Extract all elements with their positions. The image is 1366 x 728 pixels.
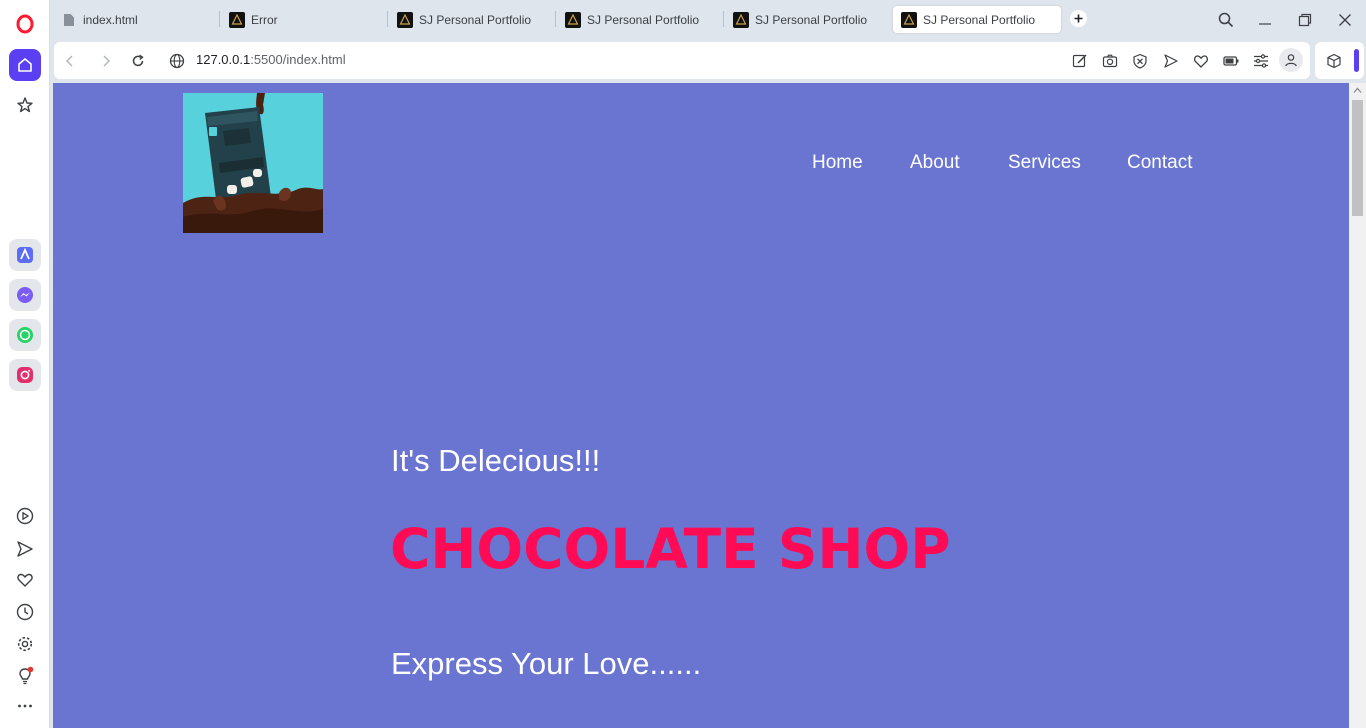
tab-1[interactable]: index.html	[53, 6, 213, 33]
search-tabs-icon[interactable]	[1214, 8, 1238, 32]
camera-snapshot-icon[interactable]	[1100, 51, 1120, 71]
tab-separator	[387, 11, 388, 27]
tab-title: SJ Personal Portfolio	[923, 12, 1036, 27]
tab-4[interactable]: SJ Personal Portfolio	[557, 6, 717, 33]
chocolate-logo-image[interactable]	[183, 93, 323, 233]
lightbulb-icon[interactable]	[9, 660, 41, 692]
adblock-shield-icon[interactable]	[1130, 51, 1150, 71]
tab-2[interactable]: Error	[221, 6, 381, 33]
tab-strip: index.html Error SJ Personal Portfolio S…	[50, 0, 1366, 40]
tab-separator	[555, 11, 556, 27]
scroll-up-arrow-icon[interactable]	[1353, 86, 1362, 95]
easy-setup-icon[interactable]	[1251, 51, 1271, 71]
site-favicon-icon	[397, 11, 413, 28]
hero-title: CHOCOLATE SHOP	[390, 517, 951, 581]
extensions-area	[1315, 42, 1364, 79]
heart-bookmark-icon[interactable]	[1191, 51, 1211, 71]
battery-saver-icon[interactable]	[1221, 51, 1241, 71]
scrollbar-thumb[interactable]	[1352, 100, 1363, 216]
tab-separator	[219, 11, 220, 27]
flow-send-icon[interactable]	[1161, 51, 1181, 71]
nav-home-link[interactable]: Home	[812, 152, 863, 174]
minimize-icon[interactable]	[1253, 8, 1277, 32]
tab-6-active[interactable]: SJ Personal Portfolio	[893, 6, 1061, 33]
nav-contact-link[interactable]: Contact	[1127, 152, 1192, 174]
site-favicon-icon	[565, 11, 581, 28]
url-host: 127.0.0.1	[196, 52, 251, 67]
profile-avatar-icon[interactable]	[1279, 48, 1303, 72]
history-icon[interactable]	[9, 596, 41, 628]
hero-subtitle: Express Your Love......	[391, 646, 702, 681]
site-favicon-icon	[733, 11, 749, 28]
hero-tagline: It's Delecious!!!	[391, 443, 601, 478]
tab-title: Error	[251, 12, 278, 27]
url-path: :5500/index.html	[250, 52, 346, 67]
aria-icon[interactable]	[9, 239, 41, 271]
close-window-icon[interactable]	[1333, 8, 1357, 32]
sidebar-panel-toggle[interactable]	[1354, 49, 1359, 72]
opera-logo-icon[interactable]	[9, 8, 41, 40]
instagram-icon[interactable]	[9, 359, 41, 391]
more-options-icon[interactable]	[9, 690, 41, 722]
browser-sidebar	[0, 0, 50, 728]
star-icon[interactable]	[9, 89, 41, 121]
nav-about-link[interactable]: About	[910, 152, 960, 174]
tab-title: SJ Personal Portfolio	[419, 12, 532, 27]
page-scrollbar[interactable]	[1349, 83, 1366, 728]
tab-separator	[723, 11, 724, 27]
tab-title: index.html	[83, 12, 138, 27]
restore-icon[interactable]	[1293, 8, 1317, 32]
site-favicon-icon	[229, 11, 245, 28]
tab-5[interactable]: SJ Personal Portfolio	[725, 6, 885, 33]
url-field[interactable]: 127.0.0.1:5500/index.html	[196, 52, 346, 67]
settings-gear-icon[interactable]	[9, 628, 41, 660]
home-icon[interactable]	[9, 49, 41, 81]
back-icon[interactable]	[60, 51, 80, 71]
globe-icon[interactable]	[167, 51, 187, 71]
heart-icon[interactable]	[9, 564, 41, 596]
whatsapp-icon[interactable]	[9, 319, 41, 351]
file-icon	[61, 12, 77, 28]
page-viewport: Home About Services Contact It's Delecio…	[53, 83, 1349, 728]
extensions-cube-icon[interactable]	[1324, 51, 1344, 71]
new-tab-plus-icon[interactable]	[1070, 10, 1087, 27]
edit-page-icon[interactable]	[1070, 51, 1090, 71]
player-icon[interactable]	[9, 500, 41, 532]
address-bar: 127.0.0.1:5500/index.html	[54, 42, 1310, 79]
nav-services-link[interactable]: Services	[1008, 152, 1081, 174]
reload-icon[interactable]	[128, 51, 148, 71]
forward-icon[interactable]	[96, 51, 116, 71]
tab-title: SJ Personal Portfolio	[587, 12, 700, 27]
tab-title: SJ Personal Portfolio	[755, 12, 868, 27]
messenger-icon[interactable]	[9, 279, 41, 311]
site-favicon-icon	[901, 11, 917, 28]
tab-3[interactable]: SJ Personal Portfolio	[389, 6, 549, 33]
send-icon[interactable]	[9, 533, 41, 565]
